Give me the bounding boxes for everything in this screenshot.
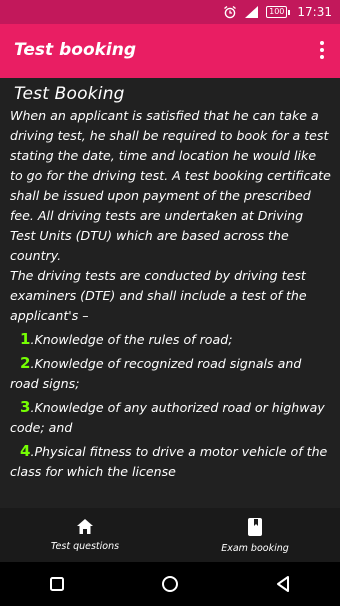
status-icons: 100 17:31: [223, 3, 332, 21]
list-item: 3.Knowledge of any authorized road or hi…: [10, 397, 332, 438]
status-bar: 100 17:31: [0, 0, 340, 24]
nav-exam-booking[interactable]: Exam booking: [170, 508, 340, 562]
list-number: 3: [20, 398, 31, 416]
book-icon: [248, 517, 262, 536]
app-bar: Test booking: [0, 24, 340, 78]
recents-icon: [49, 577, 64, 591]
bottom-navigation: Test questions Exam booking: [0, 508, 340, 562]
content-area[interactable]: Test Booking When an applicant is satisf…: [0, 78, 340, 508]
list-item-text: .Knowledge of any authorized road or hig…: [10, 400, 325, 435]
status-time: 17:31: [297, 5, 332, 19]
list-item: 2.Knowledge of recognized road signals a…: [10, 353, 332, 394]
list-number: 4: [20, 442, 31, 460]
list-number: 1: [20, 330, 31, 348]
list-item-text: .Knowledge of recognized road signals an…: [10, 356, 302, 391]
content-heading: Test Booking: [14, 84, 125, 104]
list-number: 2: [20, 354, 31, 372]
home-icon: [77, 519, 93, 534]
list-item: 4.Physical fitness to drive a motor vehi…: [10, 441, 332, 482]
list-item: 1.Knowledge of the rules of road;: [10, 329, 332, 350]
home-circle-icon: [161, 576, 178, 592]
page-title: Test booking: [14, 40, 137, 60]
home-button[interactable]: [150, 564, 190, 604]
list-item-text: .Physical fitness to drive a motor vehic…: [10, 444, 328, 479]
list-item-text: .Knowledge of the rules of road;: [30, 332, 233, 347]
overflow-menu-icon[interactable]: [314, 38, 330, 62]
battery-level: 100: [266, 6, 288, 18]
system-navigation-bar: [0, 562, 340, 606]
back-button[interactable]: [263, 564, 303, 604]
signal-icon: [245, 6, 259, 18]
nav-test-questions-label: Test questions: [50, 541, 120, 552]
paragraph-1: When an applicant is satisfied that he c…: [10, 108, 331, 263]
battery-icon: 100: [266, 6, 291, 18]
recents-button[interactable]: [37, 564, 77, 604]
nav-test-questions[interactable]: Test questions: [0, 508, 170, 562]
paragraph-2: The driving tests are conducted by drivi…: [10, 268, 307, 323]
alarm-icon: [224, 5, 237, 19]
nav-exam-booking-label: Exam booking: [221, 542, 289, 554]
back-icon: [277, 576, 290, 592]
